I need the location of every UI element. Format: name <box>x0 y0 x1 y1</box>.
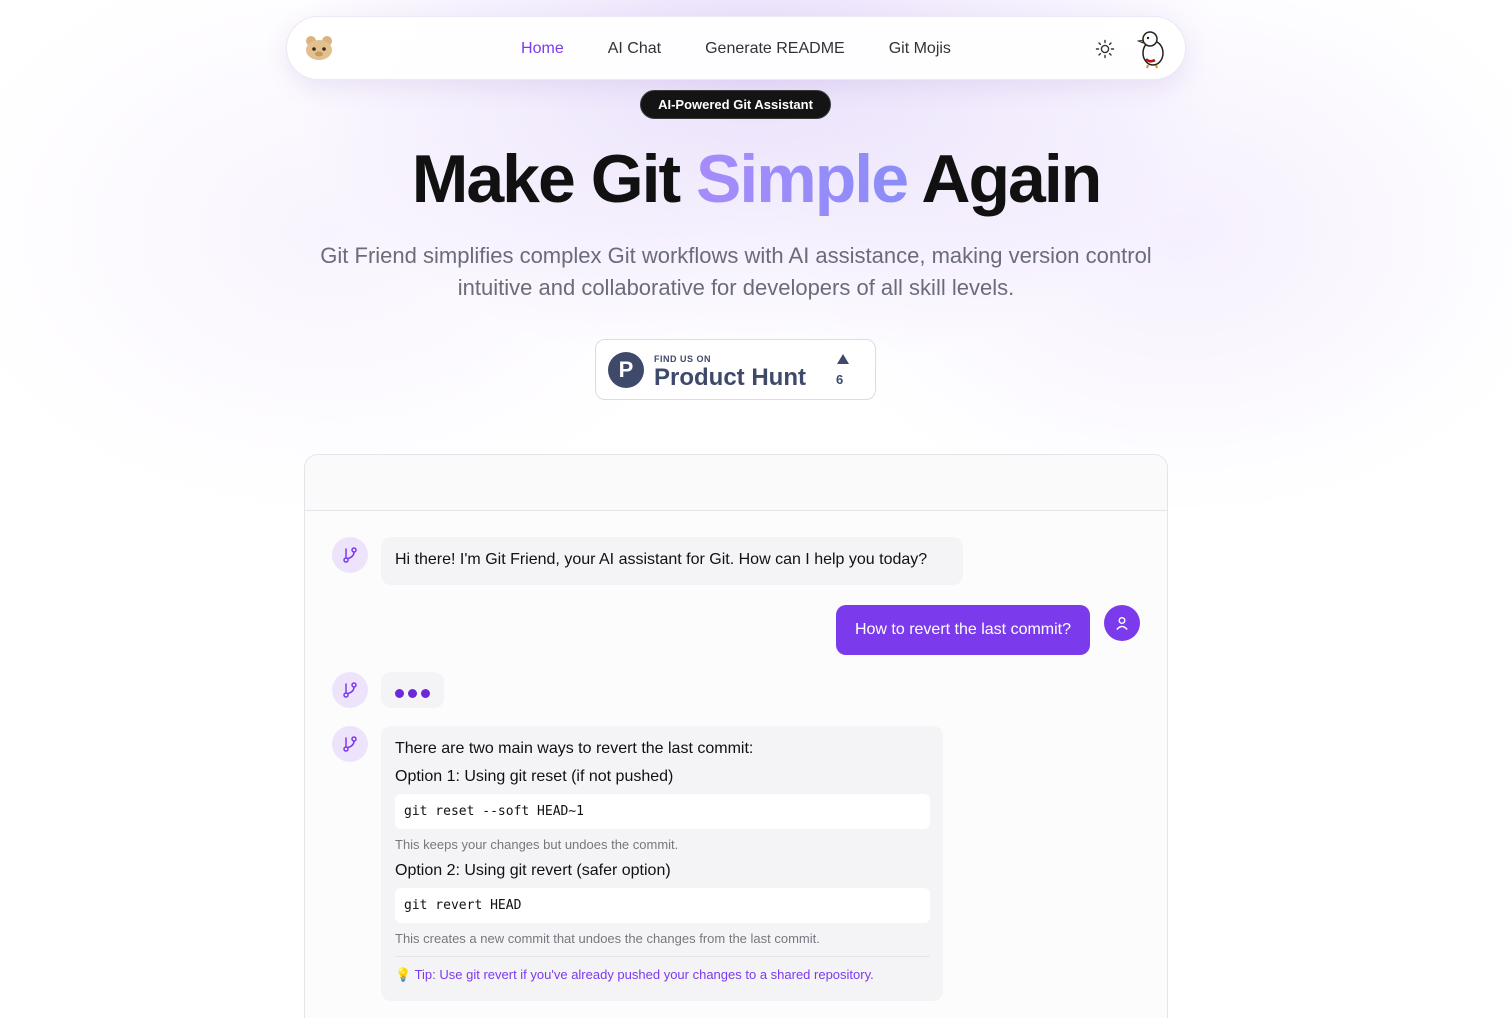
nav-links: Home AI Chat Generate README Git Mojis <box>287 17 1185 81</box>
user-avatar <box>1104 605 1140 641</box>
top-navbar: Home AI Chat Generate README Git Mojis <box>286 16 1186 80</box>
hero-title-post: Again <box>907 141 1102 217</box>
tip-text: Tip: Use git revert if you've already pu… <box>414 967 874 982</box>
bot-avatar <box>332 726 368 762</box>
lightbulb-icon: 💡 <box>395 967 412 982</box>
hero-subtitle: Git Friend simplifies complex Git workfl… <box>320 243 1152 300</box>
typing-dot <box>421 689 430 698</box>
user-question-message: How to revert the last commit? <box>836 605 1090 655</box>
upvote-triangle-icon <box>837 354 849 364</box>
option1-code-block: git reset --soft HEAD~1 <box>395 794 930 829</box>
sun-icon[interactable] <box>1095 39 1115 59</box>
nav-link-generate-readme[interactable]: Generate README <box>683 40 867 58</box>
typing-dot <box>408 689 417 698</box>
option2-title: Option 2: Using git revert (safer option… <box>395 862 671 879</box>
upvote-count: 6 <box>836 372 844 387</box>
typing-dot <box>395 689 404 698</box>
product-hunt-badge[interactable]: P FIND US ON Product Hunt 6 <box>595 339 876 400</box>
git-branch-icon <box>343 736 357 752</box>
chat-demo-panel: Hi there! I'm Git Friend, your AI assist… <box>304 454 1168 1018</box>
nav-link-git-mojis[interactable]: Git Mojis <box>867 40 973 58</box>
duck-avatar-icon[interactable] <box>1137 29 1167 69</box>
option1-title: Option 1: Using git reset (if not pushed… <box>395 768 674 785</box>
git-branch-icon <box>343 547 357 563</box>
response-intro: There are two main ways to revert the la… <box>395 740 754 757</box>
hero-title: Make Git Simple Again <box>0 140 1512 218</box>
bot-avatar <box>332 537 368 573</box>
typing-indicator <box>381 672 444 708</box>
option2-note: This creates a new commit that undoes th… <box>395 931 820 946</box>
git-branch-icon <box>343 682 357 698</box>
ai-powered-badge: AI-Powered Git Assistant <box>640 90 831 119</box>
tip-line: 💡 Tip: Use git revert if you've already … <box>395 956 930 983</box>
product-hunt-small-label: FIND US ON <box>654 354 712 364</box>
product-hunt-title: Product Hunt <box>654 364 806 391</box>
hero-title-pre: Make Git <box>411 141 697 217</box>
user-icon <box>1116 617 1128 630</box>
nav-link-ai-chat[interactable]: AI Chat <box>586 40 683 58</box>
option1-note: This keeps your changes but undoes the c… <box>395 837 679 852</box>
product-hunt-logo-icon: P <box>608 352 644 388</box>
bot-response-message: There are two main ways to revert the la… <box>381 726 943 1001</box>
bot-greeting-message: Hi there! I'm Git Friend, your AI assist… <box>381 537 963 585</box>
hero-title-accent: Simple <box>696 141 909 217</box>
nav-link-home[interactable]: Home <box>499 40 586 58</box>
chat-panel-header <box>305 455 1167 511</box>
option2-code-block: git revert HEAD <box>395 888 930 923</box>
bot-avatar <box>332 672 368 708</box>
